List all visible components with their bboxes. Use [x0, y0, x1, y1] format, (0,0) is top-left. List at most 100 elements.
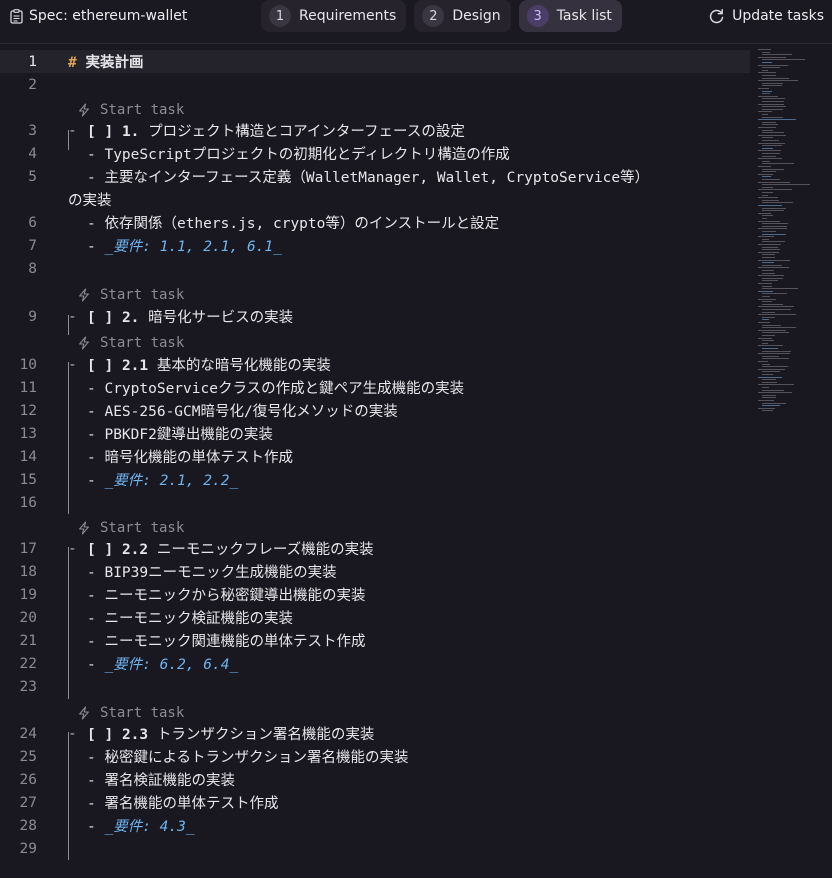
- editor-line[interactable]: 8: [0, 257, 750, 280]
- minimap-line: [762, 147, 774, 149]
- editor-line[interactable]: 4 - TypeScriptプロジェクトの初期化とディレクトリ構造の作成: [0, 142, 750, 165]
- editor-line[interactable]: 6 - 依存関係（ethers.js, crypto等）のインストールと設定: [0, 211, 750, 234]
- minimap-line: [758, 103, 784, 105]
- minimap-line: [762, 101, 784, 102]
- start-task-codelens[interactable]: Start task: [77, 704, 184, 722]
- minimap-line: [762, 93, 770, 95]
- line-number: 7: [28, 237, 37, 254]
- line-content: - PBKDF2鍵導出機能の実装: [87, 427, 273, 443]
- minimap-line: [762, 262, 774, 264]
- line-content: の実装: [68, 193, 112, 209]
- editor-line[interactable]: 21 - ニーモニック関連機能の単体テスト作成: [0, 629, 750, 652]
- editor-line[interactable]: 20 - ニーモニック検証機能の実装: [0, 606, 750, 629]
- minimap-line: [762, 108, 783, 110]
- minimap-line: [758, 251, 779, 253]
- minimap-line: [762, 270, 774, 271]
- editor-line[interactable]: 25 - 秘密鍵によるトランザクション署名機能の実装: [0, 745, 750, 768]
- minimap-line: [762, 285, 772, 287]
- minimap-line: [762, 374, 773, 375]
- update-tasks-label: Update tasks: [732, 8, 824, 24]
- tab-task-list[interactable]: 3 Task list: [518, 0, 622, 32]
- editor-line[interactable]: 29: [0, 837, 750, 860]
- minimap-line: [762, 348, 778, 349]
- minimap-line: [762, 233, 786, 235]
- minimap-line: [762, 335, 776, 336]
- editor-line[interactable]: 10 - [ ] 2.1 基本的な暗号化機能の実装: [0, 353, 750, 376]
- minimap-line: [762, 160, 771, 162]
- minimap-line: [762, 153, 780, 154]
- minimap-line: [762, 106, 786, 108]
- line-number: 16: [19, 494, 37, 511]
- task-checkbox[interactable]: [ ]: [87, 542, 113, 558]
- editor-line[interactable]: 13 - PBKDF2鍵導出機能の実装: [0, 422, 750, 445]
- line-number: 12: [19, 402, 37, 419]
- minimap-line: [762, 397, 777, 399]
- line-content: - TypeScriptプロジェクトの初期化とディレクトリ構造の作成: [87, 147, 510, 163]
- editor-line[interactable]: 18 - BIP39ニーモニック生成機能の実装: [0, 560, 750, 583]
- spec-tabs: 1 Requirements 2 Design 3 Task list: [261, 0, 622, 32]
- line-number: 28: [19, 817, 37, 834]
- minimap-line: [762, 389, 785, 391]
- minimap-line: [762, 387, 770, 388]
- editor-line[interactable]: 14 - 暗号化機能の単体テスト作成: [0, 445, 750, 468]
- start-task-codelens[interactable]: Start task: [77, 334, 184, 352]
- minimap-line: [762, 350, 791, 352]
- task-checkbox[interactable]: [ ]: [87, 310, 113, 326]
- code-editor[interactable]: 1 # 実装計画 2 Start task 3 - [ ] 1. プロジェクト構…: [0, 44, 832, 878]
- editor-line[interactable]: 15 - _要件: 2.1, 2.2_: [0, 468, 750, 491]
- tab-label: Design: [452, 8, 501, 24]
- editor-line[interactable]: 17 - [ ] 2.2 ニーモニックフレーズ機能の実装: [0, 537, 750, 560]
- editor-line[interactable]: 12 - AES-256-GCM暗号化/復号化メソッドの実装: [0, 399, 750, 422]
- start-task-codelens[interactable]: Start task: [77, 101, 184, 119]
- line-number: 29: [19, 840, 37, 857]
- editor-line[interactable]: 19 - ニーモニックから秘密鍵導出機能の実装: [0, 583, 750, 606]
- editor-line[interactable]: 26 - 署名検証機能の実装: [0, 768, 750, 791]
- minimap-line: [758, 88, 769, 89]
- editor-line[interactable]: 24 - [ ] 2.3 トランザクション署名機能の実装: [0, 722, 750, 745]
- editor-line[interactable]: 3 - [ ] 1. プロジェクト構造とコアインターフェースの設定: [0, 119, 750, 142]
- minimap-line: [762, 77, 790, 79]
- line-number: 13: [19, 425, 37, 442]
- task-checkbox[interactable]: [ ]: [87, 727, 113, 743]
- editor-line[interactable]: 5 - 主要なインターフェース定義（WalletManager, Wallet,…: [0, 165, 750, 188]
- line-number: 24: [19, 725, 37, 742]
- editor-line[interactable]: 23: [0, 675, 750, 698]
- minimap-line: [762, 405, 780, 407]
- start-task-codelens[interactable]: Start task: [77, 519, 184, 537]
- update-tasks-button[interactable]: Update tasks: [708, 0, 824, 32]
- editor-line[interactable]: 2: [0, 73, 750, 96]
- editor-line[interactable]: 11 - CryptoServiceクラスの作成と鍵ペア生成機能の実装: [0, 376, 750, 399]
- tab-requirements[interactable]: 1 Requirements: [261, 0, 407, 32]
- editor-line-wrap[interactable]: の実装: [0, 188, 750, 211]
- minimap-line: [762, 218, 767, 219]
- task-checkbox[interactable]: [ ]: [87, 124, 113, 140]
- editor-line[interactable]: 28 - _要件: 4.3_: [0, 814, 750, 837]
- minimap-line: [758, 314, 796, 316]
- minimap-line: [758, 290, 774, 292]
- task-checkbox[interactable]: [ ]: [87, 358, 113, 374]
- lightning-icon: [79, 103, 89, 117]
- editor-line[interactable]: 1 # 実装計画: [0, 50, 750, 73]
- minimap[interactable]: [758, 49, 828, 429]
- line-number: 17: [19, 540, 37, 557]
- editor-line[interactable]: 22 - _要件: 6.2, 6.4_: [0, 652, 750, 675]
- line-number: 2: [28, 76, 37, 93]
- editor-line[interactable]: 9 - [ ] 2. 暗号化サービスの実装: [0, 305, 750, 328]
- minimap-line: [762, 51, 770, 53]
- minimap-line: [762, 225, 788, 227]
- line-number: 6: [28, 214, 37, 231]
- start-task-codelens[interactable]: Start task: [77, 286, 184, 304]
- minimap-line: [758, 72, 776, 74]
- minimap-line: [758, 142, 786, 144]
- editor-line[interactable]: 7 - _要件: 1.1, 2.1, 6.1_: [0, 234, 750, 257]
- lightning-icon: [79, 706, 89, 720]
- editor-line[interactable]: 16: [0, 491, 750, 514]
- line-content: - _要件: 6.2, 6.4_: [87, 657, 239, 673]
- minimap-line: [758, 236, 774, 238]
- minimap-line: [762, 280, 779, 282]
- line-content: - 主要なインターフェース定義（WalletManager, Wallet, C…: [87, 170, 650, 186]
- tab-design[interactable]: 2 Design: [414, 0, 511, 32]
- minimap-line: [762, 277, 783, 279]
- minimap-line: [758, 259, 790, 261]
- editor-line[interactable]: 27 - 署名機能の単体テスト作成: [0, 791, 750, 814]
